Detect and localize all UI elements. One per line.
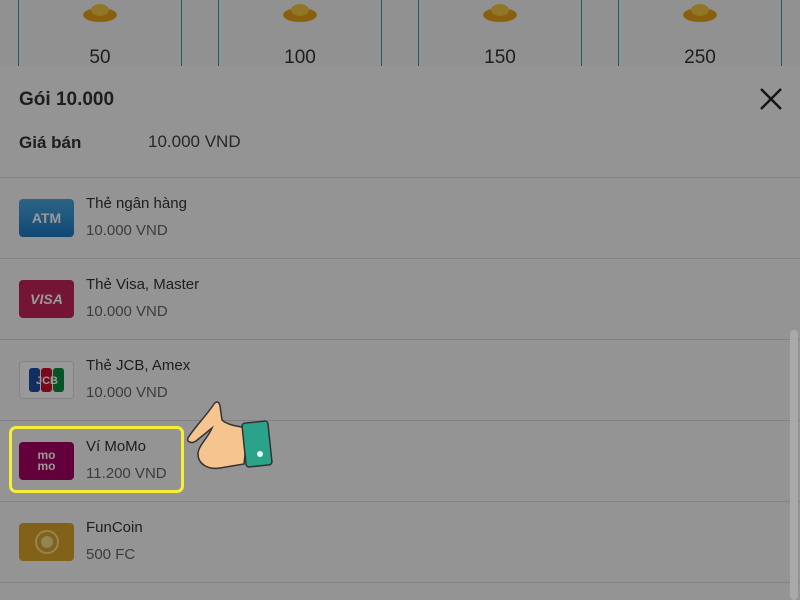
- gold-ingot-icon: [683, 4, 717, 22]
- funcoin-icon: [19, 523, 74, 561]
- method-price: 11.200 VND: [86, 465, 167, 482]
- payment-method-jcb[interactable]: JCB Thẻ JCB, Amex 10.000 VND: [0, 340, 800, 421]
- jcb-card-icon: JCB: [19, 361, 74, 399]
- method-price: 10.000 VND: [86, 303, 168, 320]
- momo-wallet-icon: mo mo: [19, 442, 74, 480]
- method-price: 500 FC: [86, 546, 136, 563]
- close-icon[interactable]: [758, 86, 784, 112]
- gold-ingot-icon: [283, 4, 317, 22]
- payment-method-visa[interactable]: VISA Thẻ Visa, Master 10.000 VND: [0, 259, 800, 340]
- gold-ingot-icon: [483, 4, 517, 22]
- price-label: Giá bán: [19, 133, 82, 152]
- method-name: Thẻ JCB, Amex: [86, 357, 191, 374]
- package-title: Gói 10.000: [19, 89, 115, 110]
- package-card[interactable]: 150: [418, 0, 582, 68]
- pointing-hand-icon: [186, 401, 273, 470]
- payment-sheet: Gói 10.000 Giá bán 10.000 VND ATM Thẻ ng…: [0, 66, 800, 600]
- method-name: Thẻ Visa, Master: [86, 276, 200, 293]
- sheet-header: Gói 10.000 Giá bán 10.000 VND: [0, 66, 800, 178]
- method-name: Thẻ ngân hàng: [86, 195, 187, 212]
- method-price: 10.000 VND: [86, 384, 168, 401]
- scrollbar[interactable]: [790, 330, 798, 600]
- payment-method-list: ATM Thẻ ngân hàng 10.000 VND VISA Thẻ Vi…: [0, 178, 800, 583]
- package-grid: 50 100 150 250: [0, 0, 800, 68]
- method-name: FunCoin: [86, 519, 143, 536]
- visa-card-icon: VISA: [19, 280, 74, 318]
- package-card[interactable]: 50: [18, 0, 182, 68]
- payment-method-atm[interactable]: ATM Thẻ ngân hàng 10.000 VND: [0, 178, 800, 259]
- package-card[interactable]: 100: [218, 0, 382, 68]
- atm-card-icon: ATM: [19, 199, 74, 237]
- price-value: 10.000 VND: [148, 132, 241, 151]
- payment-method-momo[interactable]: mo mo Ví MoMo 11.200 VND: [0, 421, 800, 502]
- method-name: Ví MoMo: [86, 438, 147, 455]
- payment-method-funcoin[interactable]: FunCoin 500 FC: [0, 502, 800, 583]
- method-price: 10.000 VND: [86, 222, 168, 239]
- package-card[interactable]: 250: [618, 0, 782, 68]
- svg-text:JCB: JCB: [35, 375, 57, 387]
- gold-ingot-icon: [83, 4, 117, 22]
